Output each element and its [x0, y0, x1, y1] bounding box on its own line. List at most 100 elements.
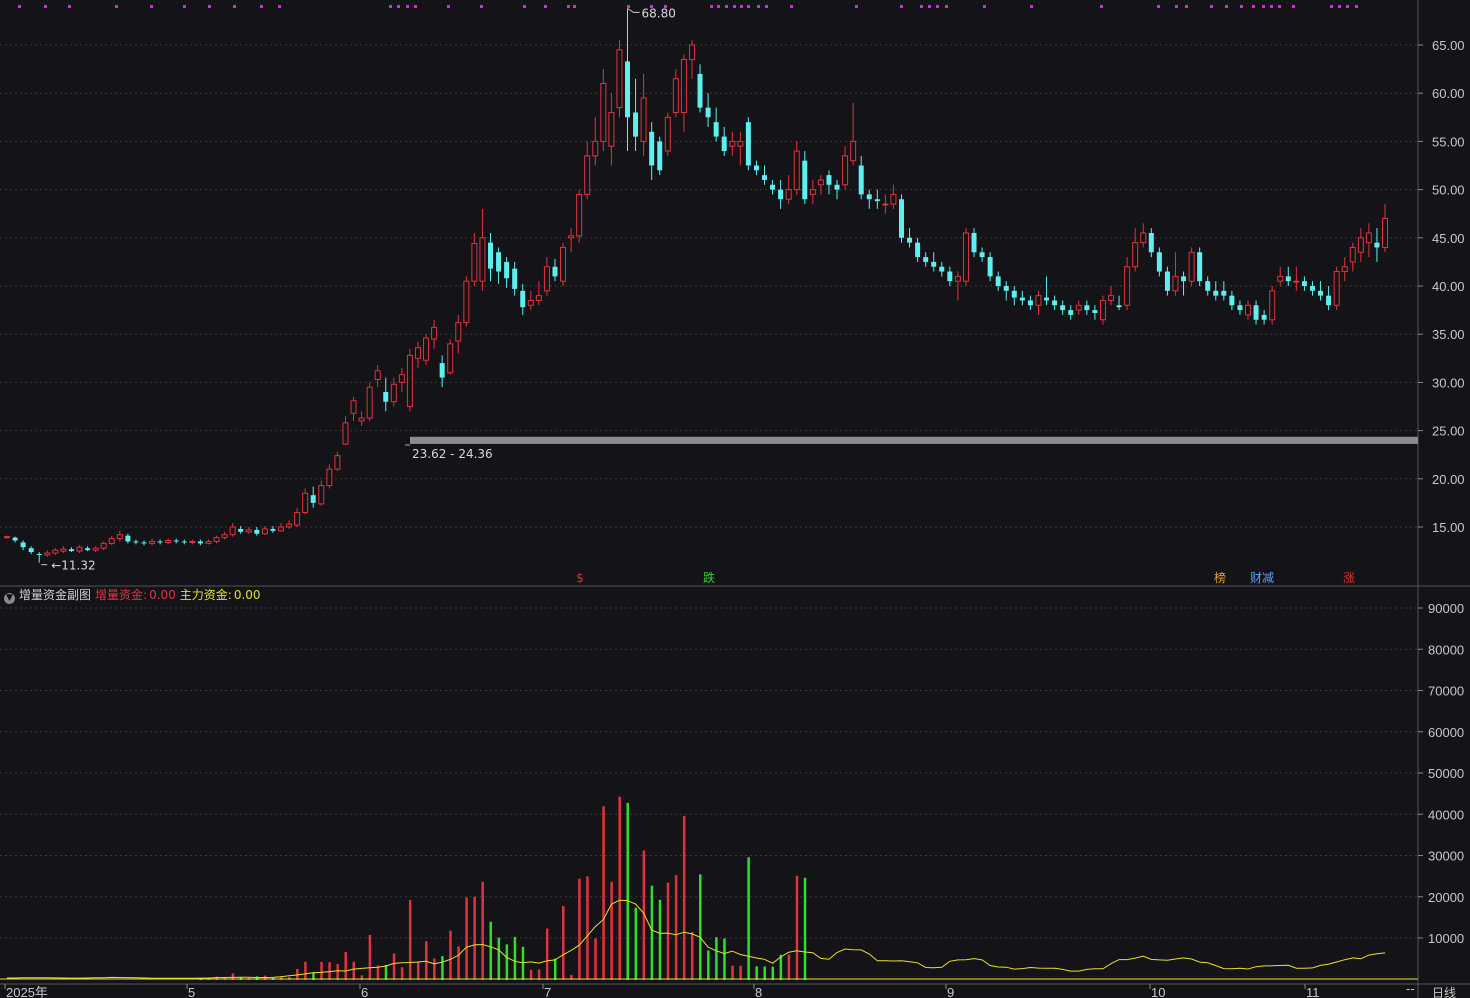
- candle-body-up: [576, 193, 583, 237]
- time-tick-label: 9: [947, 985, 954, 998]
- candle-body-down: [947, 271, 953, 282]
- price-tick-label: 20.00: [1432, 472, 1465, 487]
- signal-dot: [233, 5, 236, 8]
- candle-body-up: [294, 512, 301, 526]
- price-tick-label: 50.00: [1432, 183, 1465, 198]
- candle-body-down: [141, 542, 147, 544]
- candle-body-down: [254, 529, 260, 534]
- candle-body-up: [92, 547, 99, 551]
- flow-bar: [336, 964, 339, 980]
- candle-body-up: [600, 83, 607, 142]
- candle-body-down: [1084, 305, 1090, 311]
- candle-body-up: [44, 552, 51, 556]
- candle-body-down: [1213, 290, 1219, 296]
- candle-body-up: [1341, 266, 1348, 273]
- candle-body-up: [479, 237, 486, 282]
- candle-body-up: [1365, 232, 1372, 244]
- candle-body-up: [688, 44, 695, 60]
- series2-label: 主力资金:: [179, 588, 232, 602]
- candle-body-up: [221, 534, 228, 539]
- signal-dot: [983, 5, 986, 8]
- candle-body-up: [954, 275, 961, 282]
- candle-body-up: [1124, 266, 1131, 306]
- candle-body-down: [157, 541, 163, 543]
- candle-body-up: [568, 235, 575, 239]
- candle-body-down: [721, 136, 727, 152]
- signal-dot: [945, 5, 948, 8]
- candle-body-up: [116, 534, 123, 540]
- candle-body-down: [625, 61, 631, 118]
- signal-dot: [627, 5, 630, 8]
- candle-body-down: [1011, 290, 1017, 298]
- time-tick-label: 6: [361, 985, 368, 998]
- flow-bar: [376, 965, 380, 980]
- flow-bar: [755, 966, 758, 980]
- candle-body-up: [189, 540, 196, 543]
- candle-body-up: [1382, 218, 1388, 248]
- candle-body-up: [890, 193, 897, 205]
- flow-bar: [650, 885, 654, 980]
- event-marker: 榜: [1214, 570, 1226, 585]
- candle-body-up: [431, 326, 438, 340]
- candle-body-down: [1253, 305, 1259, 320]
- signal-dot: [414, 5, 417, 8]
- candle-body-up: [1357, 237, 1364, 253]
- candle-body-up: [785, 189, 792, 200]
- sub-tick-label: 70000: [1428, 684, 1464, 699]
- candle-body-down: [504, 261, 510, 279]
- signal-dot: [725, 5, 728, 8]
- flow-bar: [408, 899, 412, 980]
- stock-chart[interactable]: 65.0060.0055.0050.0045.0040.0035.0030.00…: [0, 0, 1470, 998]
- flow-bar: [658, 899, 662, 980]
- flow-bar: [449, 930, 452, 980]
- candle-body-up: [1349, 246, 1356, 263]
- price-tick-label: 40.00: [1432, 279, 1465, 294]
- signal-dot: [18, 5, 21, 8]
- candle-body-up: [229, 526, 236, 536]
- candle-body-down: [512, 268, 518, 289]
- candle-body-down: [923, 257, 929, 262]
- signal-dot: [928, 5, 931, 8]
- signal-dot: [1330, 5, 1333, 8]
- flow-bar: [384, 965, 388, 980]
- signal-dot: [397, 5, 400, 8]
- signal-dot: [790, 5, 793, 8]
- flow-bar: [344, 952, 347, 980]
- signal-dot: [1338, 5, 1341, 8]
- signal-dot: [208, 5, 211, 8]
- time-tick-label: 11: [1306, 985, 1320, 998]
- collapse-icon[interactable]: ▼: [4, 593, 15, 604]
- candle-body-up: [406, 354, 413, 407]
- price-tick-label: 55.00: [1432, 134, 1465, 149]
- signal-dot: [855, 5, 858, 8]
- flow-bar: [707, 950, 710, 980]
- signal-dot: [567, 5, 570, 8]
- signal-dot: [1292, 5, 1295, 8]
- signal-dot: [936, 5, 939, 8]
- candle-body-down: [1164, 271, 1170, 291]
- candle-body-down: [1019, 297, 1025, 301]
- candle-body-up: [471, 243, 478, 282]
- band-range-label: 23.62 - 24.36: [412, 447, 493, 461]
- sub-tick-label: 20000: [1428, 890, 1464, 905]
- candle-body-down: [238, 528, 244, 532]
- flow-bar: [288, 976, 291, 980]
- flow-bar: [497, 937, 501, 980]
- event-marker: 涨: [1343, 570, 1355, 585]
- flow-bar: [674, 875, 678, 980]
- signal-dot: [733, 5, 736, 8]
- candle-body-up: [358, 417, 365, 422]
- price-tick-label: 35.00: [1432, 327, 1465, 342]
- candle-body-down: [826, 175, 832, 185]
- flow-bar: [763, 966, 766, 980]
- sub-tick-label: 10000: [1428, 931, 1464, 946]
- candle-body-up: [1277, 275, 1284, 282]
- candle-body-up: [842, 155, 849, 186]
- candle-body-up: [1075, 304, 1082, 311]
- flow-bar: [537, 969, 541, 980]
- flow-bar: [634, 907, 638, 980]
- flow-bar: [682, 815, 686, 980]
- candle-body-up: [672, 78, 679, 113]
- candle-body-up: [374, 370, 381, 381]
- candle-body-up: [414, 347, 421, 359]
